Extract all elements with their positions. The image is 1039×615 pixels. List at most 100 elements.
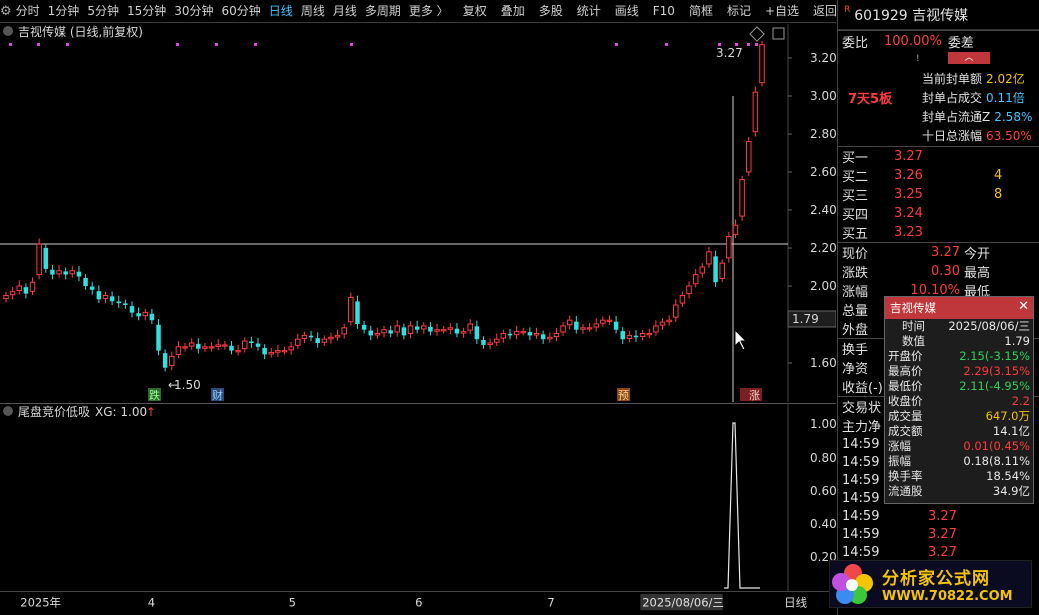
weibi-row: 委比 100.00% 委差 (838, 30, 1039, 52)
candle-body (507, 333, 513, 336)
indicator-chart[interactable]: 尾盘竞价低吸 XG: 1.00 ↑ 1.000.800.600.400.20 (0, 403, 836, 591)
bid-price: 3.26 (894, 168, 923, 183)
bid-row[interactable]: 买二 3.26 4 (838, 166, 1039, 185)
popup-row: 开盘价 2.15(-3.15% (885, 349, 1033, 364)
marker-forecast-label: 预 (618, 389, 629, 402)
candle-body (699, 266, 706, 274)
candle-body (56, 270, 62, 275)
candle-body (109, 296, 115, 302)
tab-fenshi[interactable]: 分时 (12, 0, 44, 23)
candle-body (36, 243, 42, 276)
candle-body (679, 295, 686, 304)
date-label: 6 (415, 595, 422, 609)
seal-value: 2.58% (994, 110, 1033, 124)
chevron-down-icon[interactable] (3, 26, 13, 36)
tab-multi-period[interactable]: 多周期 (361, 0, 405, 23)
popup-row: 成交额 14.1亿 (885, 424, 1033, 439)
signal-dot (665, 43, 668, 46)
candle-body (639, 333, 646, 338)
price-tick: 2.00 (810, 279, 836, 293)
add-watchlist-button[interactable]: +自选 (761, 0, 803, 23)
candle-body (116, 301, 121, 304)
watermark-line2: WWW.70822.COM (882, 589, 1013, 604)
bid-row[interactable]: 买五 3.23 (838, 223, 1039, 242)
section-label: 主力净 (842, 420, 882, 435)
candle-body (606, 319, 613, 322)
candle-body (580, 327, 586, 330)
signal-dot (755, 43, 758, 46)
simple-frame-button[interactable]: 简框 (685, 0, 717, 23)
candle-body (739, 179, 745, 217)
popup-value: 2.11(-4.95% (959, 379, 1030, 393)
multi-stock-button[interactable]: 多股 (535, 0, 567, 23)
adjust-button[interactable]: 复权 (459, 0, 491, 23)
candle-body (69, 270, 76, 275)
candle-body (454, 328, 460, 334)
candle-body (613, 321, 619, 330)
overlay-button[interactable]: 叠加 (497, 0, 529, 23)
mark-button[interactable]: 标记 (723, 0, 755, 23)
price-tick: 2.60 (810, 165, 836, 179)
tab-more[interactable]: 更多 〉 (405, 0, 453, 23)
candle-body (50, 269, 55, 275)
close-icon[interactable]: ✕ (1018, 299, 1029, 314)
bid-row[interactable]: 买一 3.27 (838, 147, 1039, 166)
window-icon[interactable] (772, 27, 785, 40)
candle-body (421, 325, 427, 330)
popup-key: 振幅 (888, 454, 911, 468)
seal-key: 当前封单额 (922, 72, 983, 86)
popup-row: 成交量 647.0万 (885, 409, 1033, 424)
candle-body (328, 336, 334, 340)
stats-button[interactable]: 统计 (573, 0, 605, 23)
f10-button[interactable]: F10 (649, 0, 679, 23)
quote-label-2: 最高 (964, 266, 991, 281)
diamond-icon[interactable] (749, 26, 765, 42)
tab-30min[interactable]: 30分钟 (170, 0, 217, 23)
period-toolbar: ⚙ 分时 1分钟 5分钟 15分钟 30分钟 60分钟 日线 周线 月线 多周期… (0, 0, 837, 23)
candle-body (355, 301, 360, 324)
candle-body (235, 350, 241, 353)
bar-info-popup[interactable]: 吉视传媒 ✕ 时间 2025/08/06/三 数值 1.79 开盘价 2.15(-3.15… (884, 296, 1034, 504)
tab-60min[interactable]: 60分钟 (218, 0, 265, 23)
bid-row[interactable]: 买三 3.25 8 (838, 185, 1039, 204)
tab-monthly[interactable]: 月线 (329, 0, 361, 23)
candle-body (434, 329, 440, 332)
price-tick: 2.40 (810, 203, 836, 217)
popup-title: 吉视传媒 (890, 301, 936, 315)
tick-time: 14:59 (842, 508, 880, 524)
popup-key: 收盘价 (888, 394, 923, 408)
draw-line-button[interactable]: 画线 (611, 0, 643, 23)
candle-body (374, 333, 381, 336)
candle-body (653, 325, 659, 333)
collapse-up-icon[interactable]: ︿ (948, 52, 990, 64)
tab-weekly[interactable]: 周线 (297, 0, 329, 23)
candle-body (241, 340, 248, 350)
tab-15min[interactable]: 15分钟 (123, 0, 170, 23)
candle-body (428, 326, 433, 332)
bid-row[interactable]: 买四 3.24 (838, 204, 1039, 223)
gear-icon[interactable]: ⚙ (0, 4, 12, 19)
chevron-down-icon[interactable] (3, 406, 13, 416)
tab-daily[interactable]: 日线 (265, 0, 297, 23)
tab-5min[interactable]: 5分钟 (83, 0, 123, 23)
bid-volume: 4 (994, 168, 1003, 183)
tab-1min[interactable]: 1分钟 (44, 0, 84, 23)
candle-body (76, 271, 82, 277)
candle-body (162, 353, 168, 368)
seal-rows: 当前封单额 2.02亿 封单占成交 0.11倍 封单占流通Z 2.58% 十日总涨幅 63.5… (922, 70, 1039, 146)
bid-label: 买三 (842, 189, 869, 204)
candle-body (513, 331, 520, 336)
candle-body (706, 251, 712, 265)
popup-title-bar: 吉视传媒 ✕ (885, 297, 1033, 319)
kline-chart[interactable]: 吉视传媒 (日线,前复权) 1.50 ← 3.27 3.203.002.802.… (0, 24, 836, 402)
candle-body (626, 334, 633, 339)
xg-signal-line (724, 422, 760, 589)
popup-row: 时间 2025/08/06/三 (885, 319, 1033, 334)
candle-body (334, 334, 341, 338)
candle-body (315, 338, 320, 343)
indicator-title: 尾盘竞价低吸 (18, 404, 90, 419)
popup-row: 最高价 2.29(3.15% (885, 364, 1033, 379)
candle-body (381, 329, 387, 334)
candle-body (440, 329, 447, 332)
candle-body (29, 281, 36, 292)
